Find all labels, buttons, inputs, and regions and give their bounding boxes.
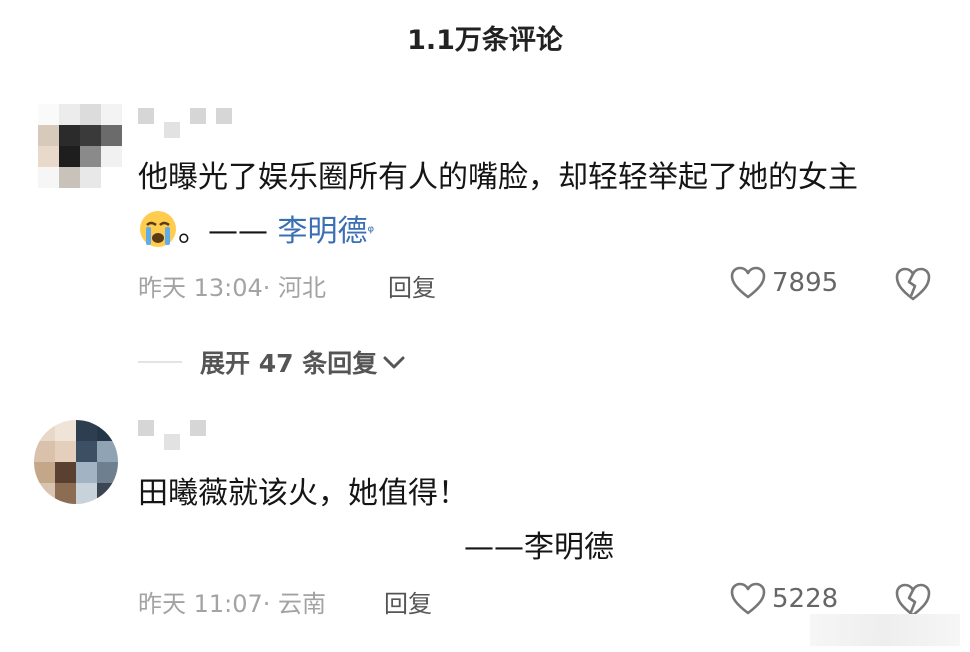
dislike-heart-icon[interactable] bbox=[894, 266, 932, 302]
divider-line bbox=[138, 361, 182, 363]
heart-icon bbox=[730, 582, 766, 615]
mention-link[interactable]: 李明德 bbox=[278, 214, 368, 249]
comment-line-1: 他曝光了娱乐圈所有人的嘴脸，却轻轻举起了她的女主 bbox=[138, 160, 858, 195]
search-icon[interactable]: ᵠ bbox=[368, 222, 375, 241]
avatar[interactable] bbox=[38, 104, 122, 188]
comments-count-title: 1.1万条评论 bbox=[407, 25, 563, 56]
comment-text: 田曦薇就该火，她值得！ bbox=[138, 476, 468, 511]
like-count: 7895 bbox=[772, 268, 839, 298]
comment-time-location: 昨天 11:07· 云南 bbox=[138, 590, 327, 618]
like-button[interactable]: 7895 bbox=[730, 266, 838, 300]
comment-text: 他曝光了娱乐圈所有人的嘴脸，却轻轻举起了她的女主 bbox=[138, 152, 858, 204]
crying-emoji-icon bbox=[140, 211, 176, 247]
heart-icon bbox=[730, 266, 766, 299]
reply-button[interactable]: 回复 bbox=[388, 268, 436, 303]
like-count: 5228 bbox=[772, 584, 839, 614]
like-button[interactable]: 5228 bbox=[730, 582, 838, 616]
expand-replies-label: 展开 47 条回复 bbox=[200, 349, 378, 378]
username[interactable] bbox=[138, 108, 232, 142]
comment-text-line-2: 。—— 李明德ᵠ bbox=[138, 206, 374, 258]
comment-time-location: 昨天 13:04· 河北 bbox=[138, 274, 327, 302]
expand-replies-button[interactable]: 展开 47 条回复 bbox=[138, 344, 407, 380]
chevron-down-icon bbox=[383, 356, 405, 369]
dislike-heart-icon[interactable] bbox=[894, 582, 932, 618]
username[interactable] bbox=[138, 420, 206, 454]
comment-signature: ——李明德 bbox=[464, 530, 614, 565]
comment-line-2-punct: 。—— bbox=[178, 214, 278, 249]
avatar[interactable] bbox=[34, 420, 118, 504]
watermark-overlay bbox=[810, 614, 960, 646]
reply-button[interactable]: 回复 bbox=[384, 584, 432, 619]
